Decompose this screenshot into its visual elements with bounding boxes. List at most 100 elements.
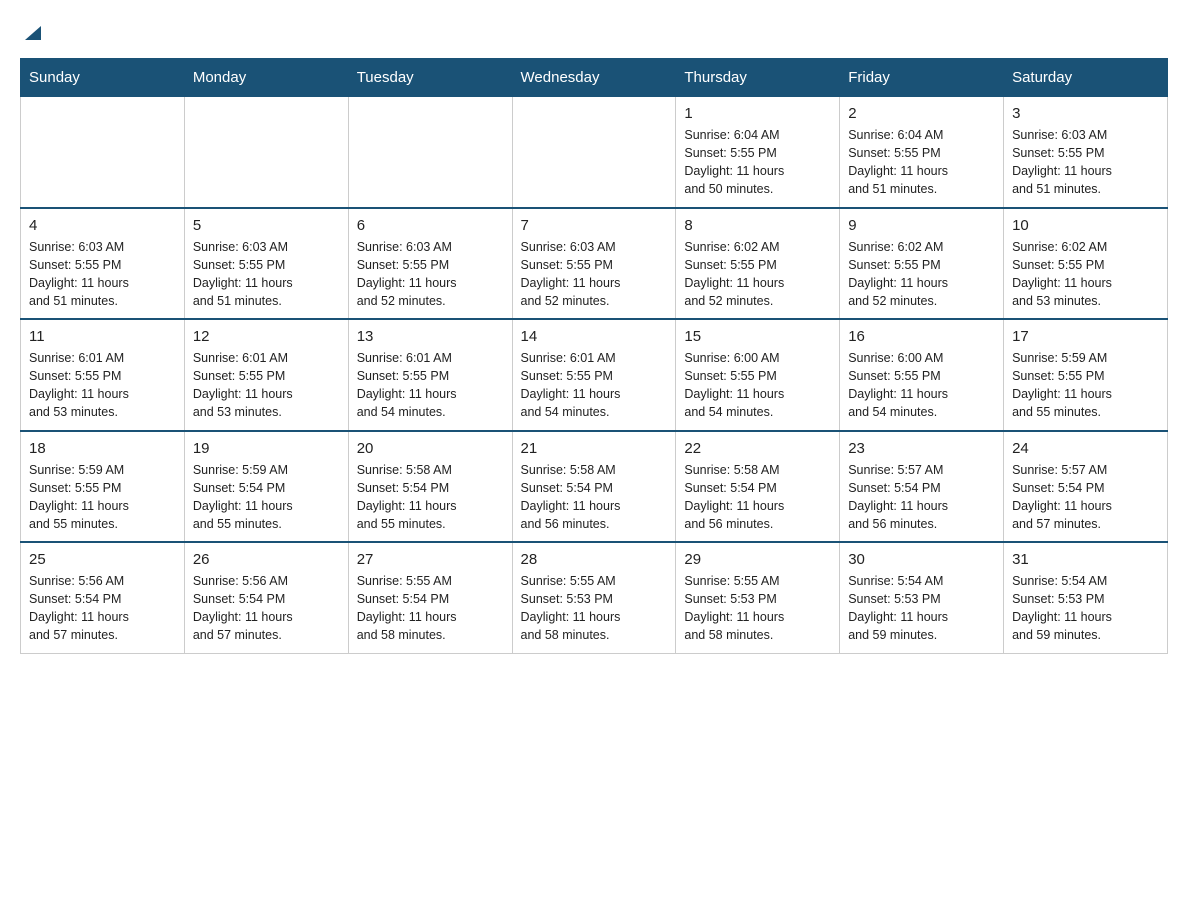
day-number: 7 — [521, 217, 668, 234]
day-info: Sunrise: 5:57 AMSunset: 5:54 PMDaylight:… — [848, 461, 995, 534]
day-info: Sunrise: 6:02 AMSunset: 5:55 PMDaylight:… — [684, 238, 831, 311]
calendar-cell: 1Sunrise: 6:04 AMSunset: 5:55 PMDaylight… — [676, 97, 840, 208]
day-info: Sunrise: 6:03 AMSunset: 5:55 PMDaylight:… — [521, 238, 668, 311]
day-info: Sunrise: 6:03 AMSunset: 5:55 PMDaylight:… — [357, 238, 504, 311]
day-info: Sunrise: 6:03 AMSunset: 5:55 PMDaylight:… — [193, 238, 340, 311]
calendar-cell: 26 Sunrise: 5:56 AMSunset: 5:54 PMDayligh… — [184, 542, 348, 653]
day-info: Sunrise: 6:04 AMSunset: 5:55 PMDaylight:… — [848, 126, 995, 199]
page-header — [20, 20, 1168, 38]
calendar-cell — [512, 97, 676, 208]
day-info: Sunrise: 5:59 AMSunset: 5:55 PMDaylight:… — [1012, 349, 1159, 422]
day-number: 4 — [29, 217, 176, 234]
calendar-cell: 10 Sunrise: 6:02 AMSunset: 5:55 PMDayligh… — [1004, 208, 1168, 320]
calendar-week-row: 25Sunrise: 5:56 AMSunset: 5:54 PMDayligh… — [21, 542, 1168, 653]
day-info: Sunrise: 6:00 AMSunset: 5:55 PMDaylight:… — [684, 349, 831, 422]
day-number: 29 — [684, 551, 831, 568]
column-header-tuesday: Tuesday — [348, 59, 512, 97]
day-info: Sunrise: 6:04 AMSunset: 5:55 PMDaylight:… — [684, 126, 831, 199]
calendar-week-row: 1Sunrise: 6:04 AMSunset: 5:55 PMDaylight… — [21, 97, 1168, 208]
day-number: 6 — [357, 217, 504, 234]
day-info: Sunrise: 5:54 AMSunset: 5:53 PMDaylight:… — [848, 572, 995, 645]
calendar-header-row: SundayMondayTuesdayWednesdayThursdayFrid… — [21, 59, 1168, 97]
day-info: Sunrise: 6:01 AMSunset: 5:55 PMDaylight:… — [193, 349, 340, 422]
calendar-cell: 14 Sunrise: 6:01 AMSunset: 5:55 PMDayligh… — [512, 319, 676, 431]
calendar-cell: 5 Sunrise: 6:03 AMSunset: 5:55 PMDaylight… — [184, 208, 348, 320]
calendar-cell: 19 Sunrise: 5:59 AMSunset: 5:54 PMDayligh… — [184, 431, 348, 543]
day-number: 19 — [193, 440, 340, 457]
calendar-cell: 21 Sunrise: 5:58 AMSunset: 5:54 PMDayligh… — [512, 431, 676, 543]
day-info: Sunrise: 5:56 AMSunset: 5:54 PMDaylight:… — [193, 572, 340, 645]
calendar-cell: 31Sunrise: 5:54 AMSunset: 5:53 PMDayligh… — [1004, 542, 1168, 653]
day-number: 14 — [521, 328, 668, 345]
day-number: 21 — [521, 440, 668, 457]
day-number: 13 — [357, 328, 504, 345]
calendar-cell: 15Sunrise: 6:00 AMSunset: 5:55 PMDayligh… — [676, 319, 840, 431]
calendar-cell: 3 Sunrise: 6:03 AMSunset: 5:55 PMDaylight… — [1004, 97, 1168, 208]
day-number: 10 — [1012, 217, 1159, 234]
day-info: Sunrise: 5:58 AMSunset: 5:54 PMDaylight:… — [684, 461, 831, 534]
day-number: 3 — [1012, 105, 1159, 122]
day-info: Sunrise: 6:01 AMSunset: 5:55 PMDaylight:… — [29, 349, 176, 422]
calendar-cell: 18 Sunrise: 5:59 AMSunset: 5:55 PMDayligh… — [21, 431, 185, 543]
logo-triangle-icon — [22, 22, 44, 44]
calendar-cell: 27 Sunrise: 5:55 AMSunset: 5:54 PMDayligh… — [348, 542, 512, 653]
day-info: Sunrise: 5:59 AMSunset: 5:55 PMDaylight:… — [29, 461, 176, 534]
calendar-cell: 6 Sunrise: 6:03 AMSunset: 5:55 PMDaylight… — [348, 208, 512, 320]
calendar-cell — [184, 97, 348, 208]
day-info: Sunrise: 6:01 AMSunset: 5:55 PMDaylight:… — [357, 349, 504, 422]
day-number: 20 — [357, 440, 504, 457]
calendar-cell: 8 Sunrise: 6:02 AMSunset: 5:55 PMDaylight… — [676, 208, 840, 320]
calendar-cell: 17Sunrise: 5:59 AMSunset: 5:55 PMDayligh… — [1004, 319, 1168, 431]
day-info: Sunrise: 5:55 AMSunset: 5:53 PMDaylight:… — [684, 572, 831, 645]
column-header-monday: Monday — [184, 59, 348, 97]
day-info: Sunrise: 6:03 AMSunset: 5:55 PMDaylight:… — [29, 238, 176, 311]
day-number: 18 — [29, 440, 176, 457]
day-info: Sunrise: 6:01 AMSunset: 5:55 PMDaylight:… — [521, 349, 668, 422]
calendar-cell: 25Sunrise: 5:56 AMSunset: 5:54 PMDayligh… — [21, 542, 185, 653]
calendar-week-row: 18 Sunrise: 5:59 AMSunset: 5:55 PMDayligh… — [21, 431, 1168, 543]
calendar-cell: 22 Sunrise: 5:58 AMSunset: 5:54 PMDayligh… — [676, 431, 840, 543]
day-number: 22 — [684, 440, 831, 457]
day-number: 31 — [1012, 551, 1159, 568]
day-number: 27 — [357, 551, 504, 568]
day-info: Sunrise: 6:00 AMSunset: 5:55 PMDaylight:… — [848, 349, 995, 422]
day-number: 9 — [848, 217, 995, 234]
calendar-cell: 29 Sunrise: 5:55 AMSunset: 5:53 PMDayligh… — [676, 542, 840, 653]
day-info: Sunrise: 5:58 AMSunset: 5:54 PMDaylight:… — [357, 461, 504, 534]
calendar-week-row: 11 Sunrise: 6:01 AMSunset: 5:55 PMDayligh… — [21, 319, 1168, 431]
day-number: 5 — [193, 217, 340, 234]
day-number: 26 — [193, 551, 340, 568]
day-info: Sunrise: 6:03 AMSunset: 5:55 PMDaylight:… — [1012, 126, 1159, 199]
day-number: 8 — [684, 217, 831, 234]
day-info: Sunrise: 5:59 AMSunset: 5:54 PMDaylight:… — [193, 461, 340, 534]
day-number: 16 — [848, 328, 995, 345]
day-number: 28 — [521, 551, 668, 568]
calendar-cell: 20 Sunrise: 5:58 AMSunset: 5:54 PMDayligh… — [348, 431, 512, 543]
calendar-cell: 7 Sunrise: 6:03 AMSunset: 5:55 PMDaylight… — [512, 208, 676, 320]
day-info: Sunrise: 6:02 AMSunset: 5:55 PMDaylight:… — [1012, 238, 1159, 311]
calendar-week-row: 4 Sunrise: 6:03 AMSunset: 5:55 PMDaylight… — [21, 208, 1168, 320]
calendar-cell: 30 Sunrise: 5:54 AMSunset: 5:53 PMDayligh… — [840, 542, 1004, 653]
day-info: Sunrise: 5:55 AMSunset: 5:53 PMDaylight:… — [521, 572, 668, 645]
day-info: Sunrise: 5:55 AMSunset: 5:54 PMDaylight:… — [357, 572, 504, 645]
calendar-cell: 4 Sunrise: 6:03 AMSunset: 5:55 PMDaylight… — [21, 208, 185, 320]
calendar-cell: 9 Sunrise: 6:02 AMSunset: 5:55 PMDaylight… — [840, 208, 1004, 320]
calendar-cell: 13 Sunrise: 6:01 AMSunset: 5:55 PMDayligh… — [348, 319, 512, 431]
day-number: 30 — [848, 551, 995, 568]
day-number: 2 — [848, 105, 995, 122]
day-info: Sunrise: 6:02 AMSunset: 5:55 PMDaylight:… — [848, 238, 995, 311]
calendar-cell: 28 Sunrise: 5:55 AMSunset: 5:53 PMDayligh… — [512, 542, 676, 653]
logo — [20, 20, 44, 38]
calendar-cell — [21, 97, 185, 208]
day-number: 23 — [848, 440, 995, 457]
calendar-cell: 12Sunrise: 6:01 AMSunset: 5:55 PMDayligh… — [184, 319, 348, 431]
day-number: 11 — [29, 328, 176, 345]
day-info: Sunrise: 5:58 AMSunset: 5:54 PMDaylight:… — [521, 461, 668, 534]
day-info: Sunrise: 5:56 AMSunset: 5:54 PMDaylight:… — [29, 572, 176, 645]
column-header-sunday: Sunday — [21, 59, 185, 97]
column-header-wednesday: Wednesday — [512, 59, 676, 97]
column-header-friday: Friday — [840, 59, 1004, 97]
calendar-table: SundayMondayTuesdayWednesdayThursdayFrid… — [20, 58, 1168, 654]
calendar-cell: 23 Sunrise: 5:57 AMSunset: 5:54 PMDayligh… — [840, 431, 1004, 543]
calendar-cell — [348, 97, 512, 208]
